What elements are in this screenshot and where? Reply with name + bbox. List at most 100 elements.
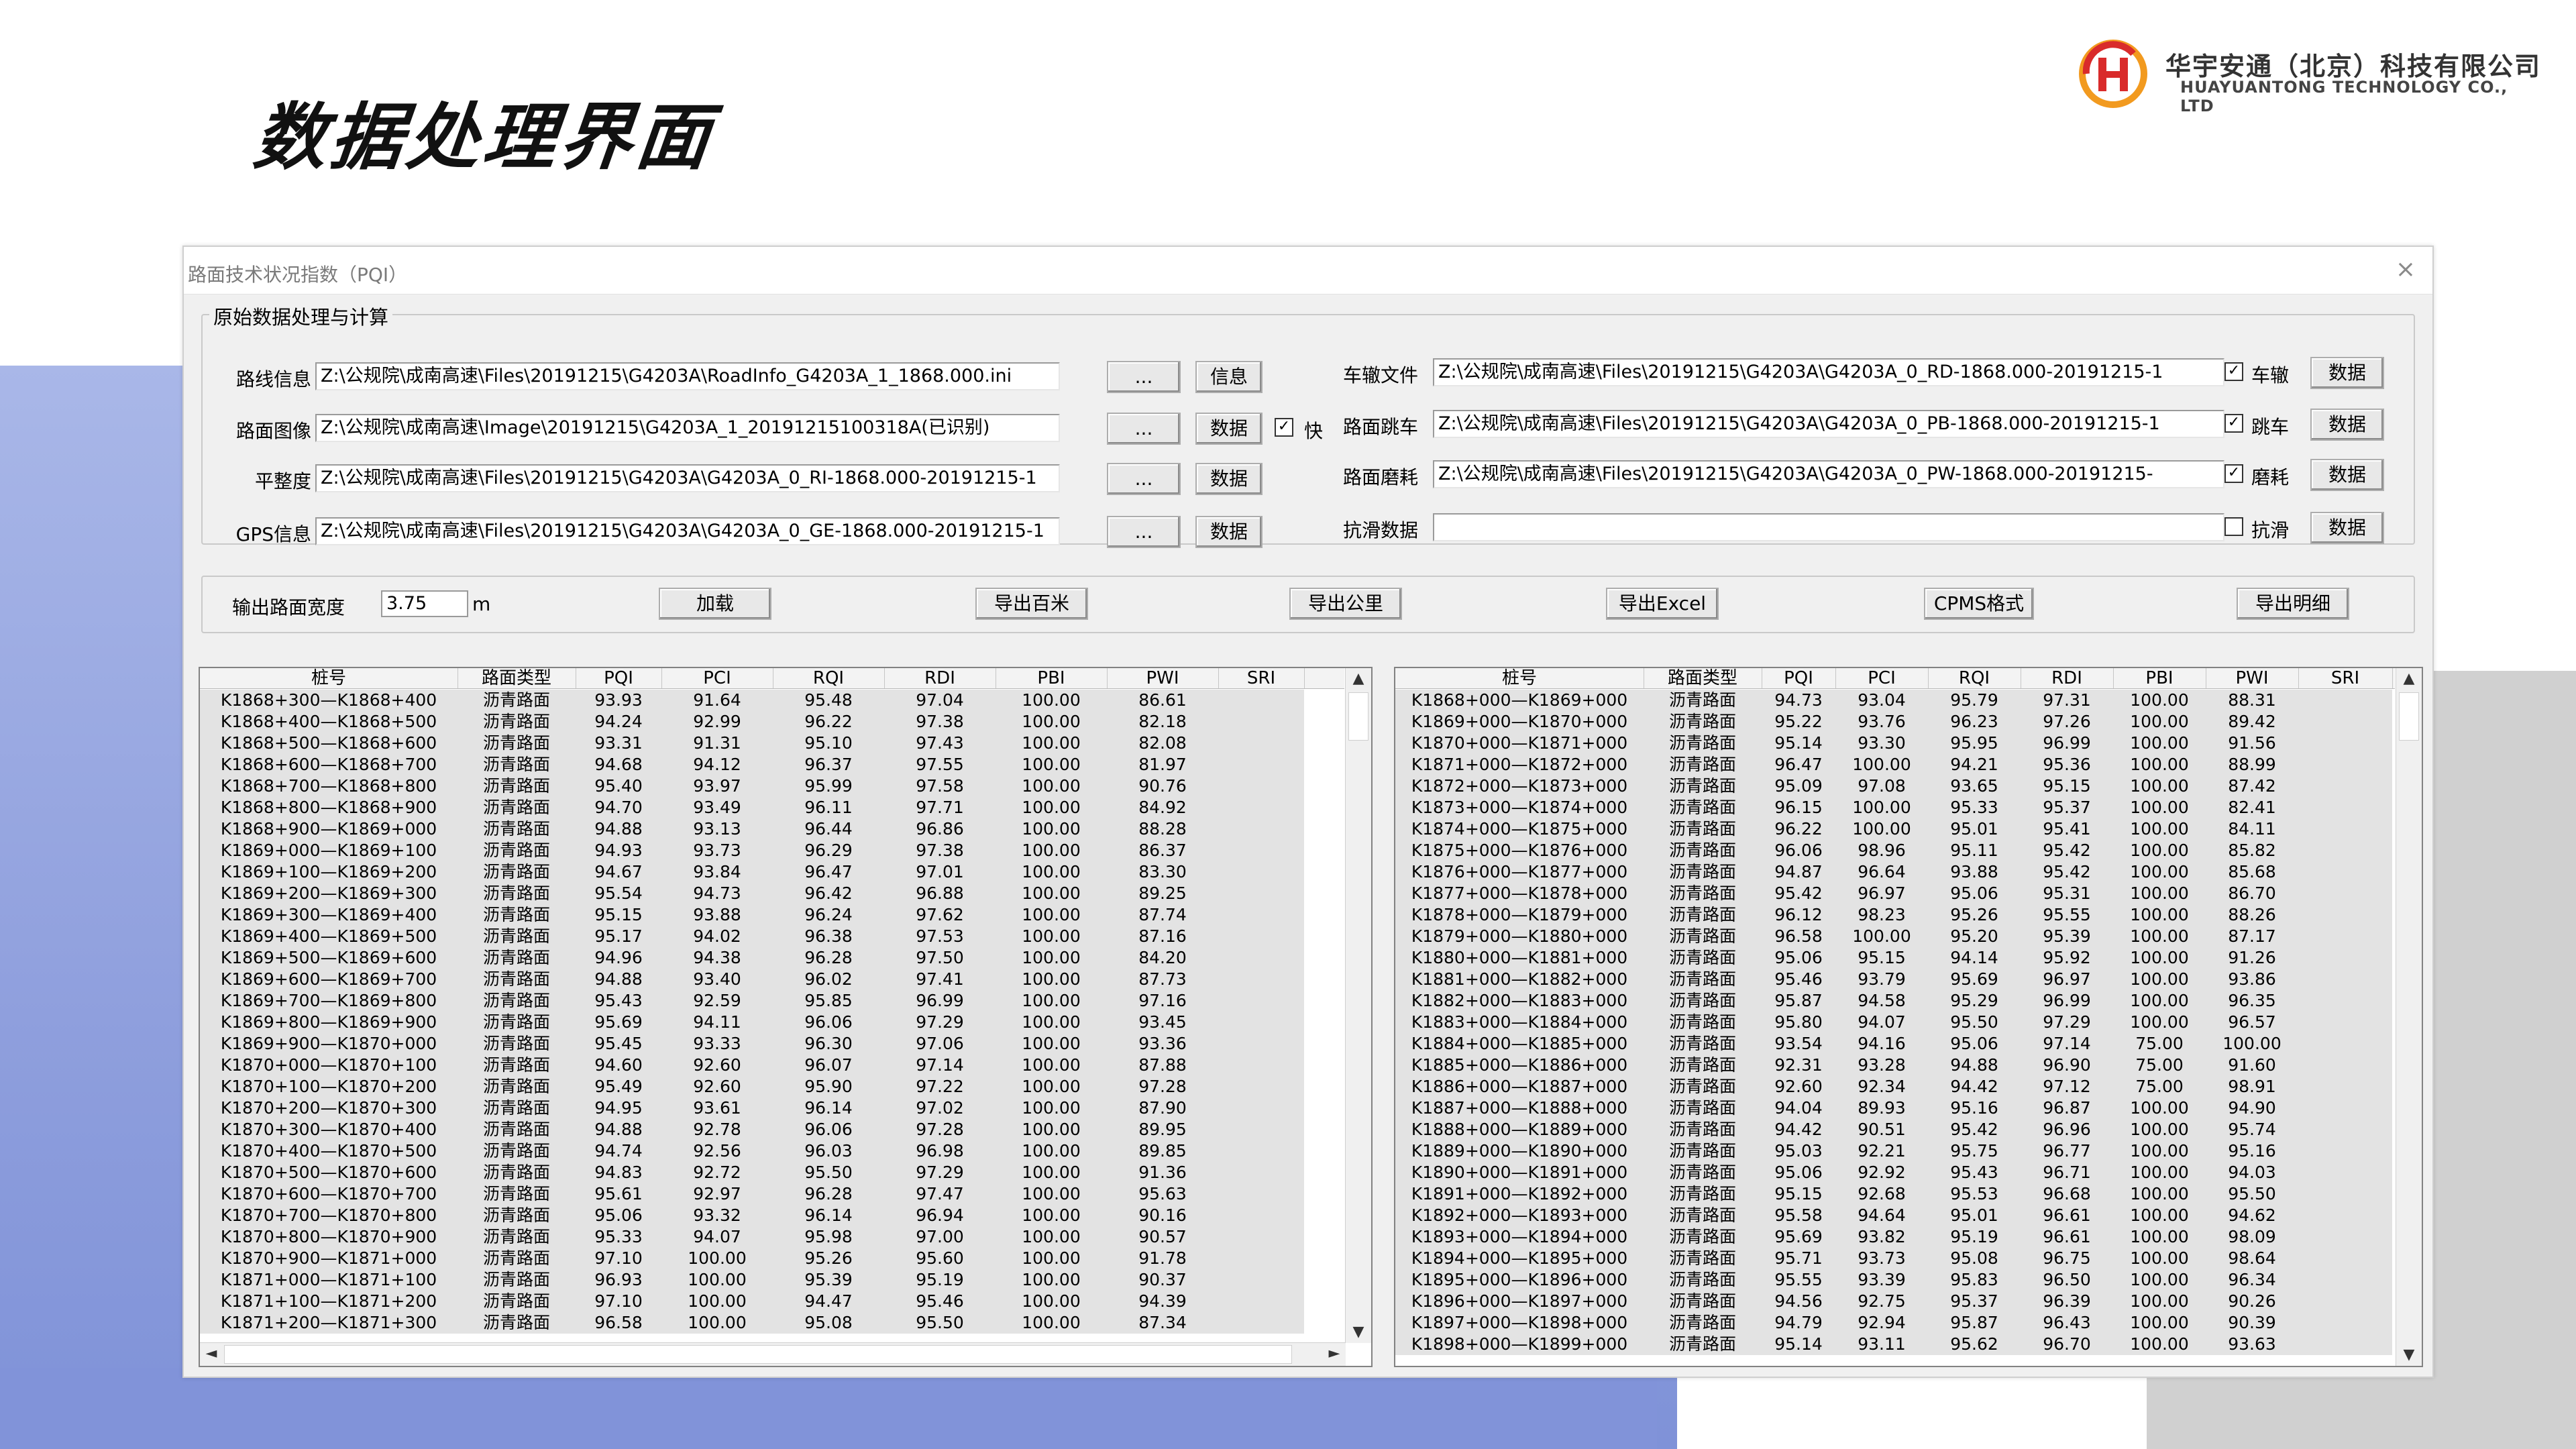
- table-row[interactable]: K1878+000—K1879+000 沥青路面 96.12 98.23 95.26 95…: [1395, 904, 2393, 926]
- column-header[interactable]: PWI: [2206, 668, 2299, 688]
- table-row[interactable]: K1870+400—K1870+500 沥青路面 94.74 92.56 96.03 96…: [200, 1140, 1305, 1163]
- table-row[interactable]: K1868+500—K1868+600 沥青路面 93.31 91.31 95.10 97…: [200, 733, 1305, 755]
- file-path-input[interactable]: [1433, 513, 2224, 541]
- table-row[interactable]: K1874+000—K1875+000 沥青路面 96.22 100.00 95.01 9…: [1395, 818, 2393, 841]
- option-checkbox[interactable]: [2224, 517, 2243, 536]
- file-path-input[interactable]: Z:\公规院\成南高速\Files\20191215\G4203A\G4203A…: [1433, 410, 2224, 438]
- file-path-input[interactable]: Z:\公规院\成南高速\Image\20191215\G4203A_1_2019…: [315, 414, 1060, 442]
- column-header[interactable]: SRI: [2298, 668, 2393, 688]
- option-checkbox[interactable]: ✓: [2224, 414, 2243, 433]
- table-row[interactable]: K1868+400—K1868+500 沥青路面 94.24 92.99 96.22 97…: [200, 711, 1305, 733]
- table-row[interactable]: K1889+000—K1890+000 沥青路面 95.03 92.21 95.75 96…: [1395, 1140, 2393, 1163]
- table-row[interactable]: K1869+600—K1869+700 沥青路面 94.88 93.40 96.02 97…: [200, 969, 1305, 991]
- table-row[interactable]: K1870+100—K1870+200 沥青路面 95.49 92.60 95.90 97…: [200, 1076, 1305, 1098]
- load-data-button[interactable]: 数据: [1195, 413, 1263, 445]
- scroll-thumb[interactable]: [1348, 692, 1368, 741]
- table-row[interactable]: K1870+500—K1870+600 沥青路面 94.83 92.72 95.50 97…: [200, 1162, 1305, 1184]
- table-row[interactable]: K1881+000—K1882+000 沥青路面 95.46 93.79 95.69 96…: [1395, 969, 2393, 991]
- scroll-up-arrow-icon[interactable]: ▲: [1347, 668, 1370, 690]
- column-header[interactable]: 路面类型: [458, 668, 576, 688]
- table-row[interactable]: K1870+600—K1870+700 沥青路面 95.61 92.97 96.28 97…: [200, 1183, 1305, 1205]
- load-button[interactable]: 加载: [659, 588, 771, 620]
- table-row[interactable]: K1868+300—K1868+400 沥青路面 93.93 91.64 95.48 97…: [200, 690, 1305, 712]
- file-path-input[interactable]: Z:\公规院\成南高速\Files\20191215\G4203A\G4203A…: [1433, 358, 2224, 386]
- table-row[interactable]: K1897+000—K1898+000 沥青路面 94.79 92.94 95.87 96…: [1395, 1312, 2393, 1334]
- table-row[interactable]: K1870+900—K1871+000 沥青路面 97.10 100.00 95.26 9…: [200, 1248, 1305, 1270]
- column-header[interactable]: RDI: [884, 668, 996, 688]
- table-row[interactable]: K1894+000—K1895+000 沥青路面 95.71 93.73 95.08 96…: [1395, 1248, 2393, 1270]
- width-input[interactable]: 3.75: [381, 590, 468, 617]
- table-row[interactable]: K1869+200—K1869+300 沥青路面 95.54 94.73 96.42 96…: [200, 883, 1305, 905]
- export-km-button[interactable]: 导出公里: [1289, 588, 1402, 620]
- table-row[interactable]: K1869+900—K1870+000 沥青路面 95.45 93.33 96.30 97…: [200, 1033, 1305, 1055]
- column-header[interactable]: PBI: [2113, 668, 2206, 688]
- column-header[interactable]: PWI: [1107, 668, 1219, 688]
- scroll-down-arrow-icon[interactable]: ▼: [2398, 1344, 2420, 1366]
- vertical-scrollbar[interactable]: ▲ ▼: [2396, 668, 2422, 1366]
- close-icon[interactable]: ×: [2391, 255, 2420, 284]
- scroll-thumb[interactable]: [2399, 692, 2419, 741]
- table-row[interactable]: K1870+800—K1870+900 沥青路面 95.33 94.07 95.98 97…: [200, 1226, 1305, 1248]
- kilometer-table[interactable]: 桩号 路面类型 PQI PCI RQI RDI PBI PWI SRI K1868+000—K18…: [1394, 667, 2423, 1367]
- table-row[interactable]: K1877+000—K1878+000 沥青路面 95.42 96.97 95.06 95…: [1395, 883, 2393, 905]
- horizontal-scrollbar[interactable]: ◄ ►: [200, 1342, 1346, 1366]
- column-header[interactable]: SRI: [1218, 668, 1305, 688]
- cpms-format-button[interactable]: CPMS格式: [1924, 588, 2034, 620]
- table-row[interactable]: K1871+000—K1872+000 沥青路面 96.47 100.00 94.21 9…: [1395, 754, 2393, 776]
- file-path-input[interactable]: Z:\公规院\成南高速\Files\20191215\G4203A\G4203A…: [315, 517, 1060, 545]
- load-data-button[interactable]: 数据: [1195, 463, 1263, 495]
- table-row[interactable]: K1891+000—K1892+000 沥青路面 95.15 92.68 95.53 96…: [1395, 1183, 2393, 1205]
- table-row[interactable]: K1869+000—K1869+100 沥青路面 94.93 93.73 96.29 97…: [200, 840, 1305, 862]
- table-row[interactable]: K1868+000—K1869+000 沥青路面 94.73 93.04 95.79 97…: [1395, 690, 2393, 712]
- vertical-scrollbar[interactable]: ▲ ▼: [1345, 668, 1371, 1343]
- browse-button[interactable]: ...: [1107, 516, 1181, 548]
- file-path-input[interactable]: Z:\公规院\成南高速\Files\20191215\G4203A\RoadIn…: [315, 362, 1060, 390]
- table-row[interactable]: K1869+100—K1869+200 沥青路面 94.67 93.84 96.47 97…: [200, 861, 1305, 883]
- column-header[interactable]: 路面类型: [1644, 668, 1762, 688]
- column-header[interactable]: PBI: [996, 668, 1108, 688]
- file-path-input[interactable]: Z:\公规院\成南高速\Files\20191215\G4203A\G4203A…: [1433, 460, 2224, 488]
- scroll-left-arrow-icon[interactable]: ◄: [200, 1343, 223, 1364]
- table-row[interactable]: K1871+000—K1871+100 沥青路面 96.93 100.00 95.39 9…: [200, 1269, 1305, 1291]
- scroll-thumb[interactable]: [224, 1345, 1292, 1364]
- column-header[interactable]: PCI: [661, 668, 773, 688]
- table-row[interactable]: K1868+600—K1868+700 沥青路面 94.68 94.12 96.37 97…: [200, 754, 1305, 776]
- load-data-button[interactable]: 数据: [2310, 409, 2384, 441]
- table-row[interactable]: K1869+000—K1870+000 沥青路面 95.22 93.76 96.23 97…: [1395, 711, 2393, 733]
- load-data-button[interactable]: 数据: [1195, 516, 1263, 548]
- export-100m-button[interactable]: 导出百米: [975, 588, 1088, 620]
- export-detail-button[interactable]: 导出明细: [2237, 588, 2349, 620]
- table-row[interactable]: K1869+300—K1869+400 沥青路面 95.15 93.88 96.24 97…: [200, 904, 1305, 926]
- table-row[interactable]: K1876+000—K1877+000 沥青路面 94.87 96.64 93.88 95…: [1395, 861, 2393, 883]
- scroll-down-arrow-icon[interactable]: ▼: [1347, 1322, 1370, 1343]
- option-checkbox[interactable]: ✓: [2224, 464, 2243, 483]
- table-row[interactable]: K1886+000—K1887+000 沥青路面 92.60 92.34 94.42 97…: [1395, 1076, 2393, 1098]
- table-row[interactable]: K1870+000—K1870+100 沥青路面 94.60 92.60 96.07 97…: [200, 1055, 1305, 1077]
- table-row[interactable]: K1869+700—K1869+800 沥青路面 95.43 92.59 95.85 96…: [200, 990, 1305, 1012]
- table-row[interactable]: K1875+000—K1876+000 沥青路面 96.06 98.96 95.11 95…: [1395, 840, 2393, 862]
- table-row[interactable]: K1871+100—K1871+200 沥青路面 97.10 100.00 94.47 9…: [200, 1291, 1305, 1313]
- load-data-button[interactable]: 数据: [2310, 512, 2384, 544]
- load-data-button[interactable]: 数据: [2310, 459, 2384, 491]
- table-row[interactable]: K1885+000—K1886+000 沥青路面 92.31 93.28 94.88 96…: [1395, 1055, 2393, 1077]
- table-row[interactable]: K1870+000—K1871+000 沥青路面 95.14 93.30 95.95 96…: [1395, 733, 2393, 755]
- table-row[interactable]: K1892+000—K1893+000 沥青路面 95.58 94.64 95.01 96…: [1395, 1205, 2393, 1227]
- column-header[interactable]: RQI: [773, 668, 885, 688]
- table-row[interactable]: K1869+400—K1869+500 沥青路面 95.17 94.02 96.38 97…: [200, 926, 1305, 948]
- table-row[interactable]: K1893+000—K1894+000 沥青路面 95.69 93.82 95.19 96…: [1395, 1226, 2393, 1248]
- table-row[interactable]: K1887+000—K1888+000 沥青路面 94.04 89.93 95.16 96…: [1395, 1097, 2393, 1120]
- table-row[interactable]: K1873+000—K1874+000 沥青路面 96.15 100.00 95.33 9…: [1395, 797, 2393, 819]
- column-header[interactable]: RQI: [1928, 668, 2021, 688]
- table-row[interactable]: K1868+800—K1868+900 沥青路面 94.70 93.49 96.11 97…: [200, 797, 1305, 819]
- table-row[interactable]: K1879+000—K1880+000 沥青路面 96.58 100.00 95.20 9…: [1395, 926, 2393, 948]
- table-row[interactable]: K1898+000—K1899+000 沥青路面 95.14 93.11 95.62 96…: [1395, 1334, 2393, 1356]
- hundred-meter-table[interactable]: 桩号 路面类型 PQI PCI RQI RDI PBI PWI SRI K1868+300—K18…: [199, 667, 1373, 1367]
- export-excel-button[interactable]: 导出Excel: [1606, 588, 1719, 620]
- browse-button[interactable]: ...: [1107, 361, 1181, 393]
- column-header[interactable]: PCI: [1835, 668, 1929, 688]
- table-row[interactable]: K1890+000—K1891+000 沥青路面 95.06 92.92 95.43 96…: [1395, 1162, 2393, 1184]
- browse-button[interactable]: ...: [1107, 413, 1181, 445]
- column-header[interactable]: RDI: [2021, 668, 2114, 688]
- table-row[interactable]: K1870+200—K1870+300 沥青路面 94.95 93.61 96.14 97…: [200, 1097, 1305, 1120]
- table-row[interactable]: K1896+000—K1897+000 沥青路面 94.56 92.75 95.37 96…: [1395, 1291, 2393, 1313]
